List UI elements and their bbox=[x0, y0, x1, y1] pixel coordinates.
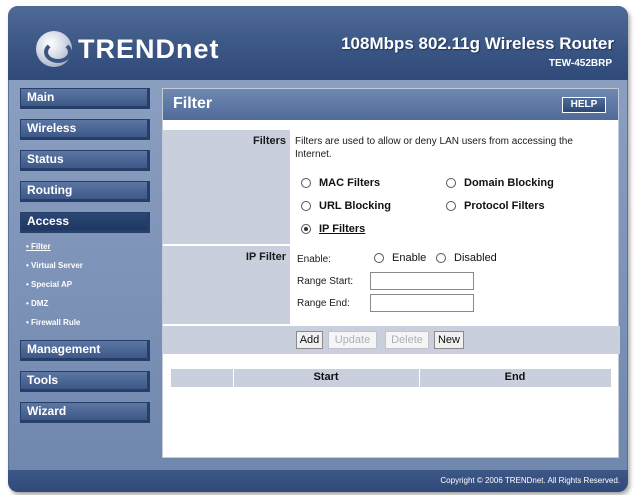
mac-filters-option[interactable]: MAC Filters bbox=[301, 177, 380, 189]
footer: Copyright © 2006 TRENDnet. All Rights Re… bbox=[8, 470, 628, 492]
nav-wireless[interactable]: Wireless bbox=[20, 119, 150, 140]
logo-text: TRENDnet bbox=[78, 33, 220, 64]
filter-panel: Filter HELP Filters Filters are used to … bbox=[162, 88, 620, 458]
trendnet-logo: TRENDnet bbox=[36, 31, 220, 67]
url-blocking-label: URL Blocking bbox=[319, 200, 391, 212]
access-subnav: Filter Virtual Server Special AP DMZ Fir… bbox=[26, 237, 150, 332]
ip-filter-row: IP Filter Enable: Enable Disabled Range … bbox=[163, 246, 620, 324]
subnav-firewall-rule[interactable]: Firewall Rule bbox=[26, 313, 150, 332]
filters-row: Filters Filters are used to allow or den… bbox=[163, 130, 620, 244]
sidebar-nav: Main Wireless Status Routing Access Filt… bbox=[20, 88, 150, 433]
subnav-filter[interactable]: Filter bbox=[26, 237, 150, 256]
filters-description: Filters are used to allow or deny LAN us… bbox=[295, 136, 573, 160]
subnav-special-ap[interactable]: Special AP bbox=[26, 275, 150, 294]
disabled-radio[interactable] bbox=[436, 253, 446, 264]
nav-status[interactable]: Status bbox=[20, 150, 150, 171]
nav-main[interactable]: Main bbox=[20, 88, 150, 109]
mac-filters-label: MAC Filters bbox=[319, 177, 381, 189]
table-col-start: Start bbox=[313, 371, 339, 383]
enable-radio[interactable] bbox=[374, 253, 384, 264]
page-title: Filter bbox=[173, 95, 213, 112]
subnav-dmz[interactable]: DMZ bbox=[26, 294, 150, 313]
ip-filter-label: IP Filter bbox=[163, 246, 290, 324]
url-blocking-option[interactable]: URL Blocking bbox=[301, 200, 391, 212]
url-blocking-radio[interactable] bbox=[301, 201, 311, 212]
range-start-input[interactable] bbox=[370, 272, 474, 290]
product-title: 108Mbps 802.11g Wireless Router bbox=[341, 34, 614, 53]
mac-filters-radio[interactable] bbox=[301, 178, 311, 189]
enable-option[interactable]: Enable bbox=[374, 252, 426, 264]
new-button[interactable]: New bbox=[434, 331, 464, 349]
ip-filter-table-header: Start End bbox=[171, 369, 611, 387]
domain-blocking-option[interactable]: Domain Blocking bbox=[446, 177, 554, 189]
ip-filters-label: IP Filters bbox=[319, 223, 366, 235]
nav-wizard[interactable]: Wizard bbox=[20, 402, 150, 423]
subnav-virtual-server[interactable]: Virtual Server bbox=[26, 256, 150, 275]
update-button[interactable]: Update bbox=[328, 331, 377, 349]
nav-management[interactable]: Management bbox=[20, 340, 150, 361]
domain-blocking-label: Domain Blocking bbox=[464, 177, 554, 189]
filters-label: Filters bbox=[163, 130, 290, 244]
help-button[interactable]: HELP bbox=[562, 97, 606, 113]
table-col-end: End bbox=[504, 371, 526, 383]
trendnet-logo-icon bbox=[36, 31, 72, 67]
protocol-filters-radio[interactable] bbox=[446, 201, 456, 212]
button-row: Add Update Delete New bbox=[163, 326, 620, 354]
nav-access[interactable]: Access bbox=[20, 212, 150, 233]
ip-filters-radio[interactable] bbox=[301, 224, 311, 235]
disabled-option-label: Disabled bbox=[454, 252, 497, 264]
ip-filters-option[interactable]: IP Filters bbox=[301, 223, 365, 235]
add-button[interactable]: Add bbox=[296, 331, 323, 349]
copyright: Copyright © 2006 TRENDnet. All Rights Re… bbox=[440, 476, 620, 485]
header: TRENDnet 108Mbps 802.11g Wireless Router… bbox=[8, 6, 628, 80]
panel-header: Filter HELP bbox=[163, 89, 618, 120]
enable-option-label: Enable bbox=[392, 252, 427, 264]
domain-blocking-radio[interactable] bbox=[446, 178, 456, 189]
disabled-option[interactable]: Disabled bbox=[436, 252, 497, 264]
delete-button[interactable]: Delete bbox=[385, 331, 429, 349]
nav-tools[interactable]: Tools bbox=[20, 371, 150, 392]
protocol-filters-option[interactable]: Protocol Filters bbox=[446, 200, 545, 212]
product-model: TEW-452BRP bbox=[548, 58, 612, 69]
nav-routing[interactable]: Routing bbox=[20, 181, 150, 202]
range-end-input[interactable] bbox=[370, 294, 474, 312]
protocol-filters-label: Protocol Filters bbox=[464, 200, 545, 212]
